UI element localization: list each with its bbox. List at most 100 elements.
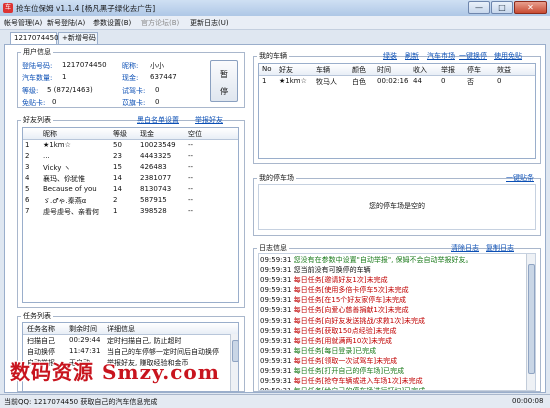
friend-slot: -- [188,185,194,193]
log-line: 09:59:31 每日任务[邀请好友1次]未完成 [260,275,525,285]
maximize-button[interactable]: □ [491,1,513,14]
menu-changelog[interactable]: 更新日志(U) [190,18,229,28]
one-click-ticket-link[interactable]: 一键贴条 [506,173,534,183]
window-title: 抢车位保姆 v1.1.4 [杨凡黑子绿化去广告] [16,4,156,13]
friend-no: 2 [25,152,30,160]
menu-forum[interactable]: 官方论坛(B) [141,18,179,28]
title-bar: 车 抢车位保姆 v1.1.4 [杨凡黑子绿化去广告] — □ ✕ [0,0,550,17]
friends-rows: 1 ★1km☆ 50 10023549 -- 2... 23 4443325 -- 3 Vicky … [23,140,238,217]
my-cars-rows: 1 ★1km☆ 牧马人 白色 00:02:16 44 0 否 0 [259,76,535,87]
table-row[interactable]: 3 Vicky ヽ 15 426483 -- [23,162,238,173]
friend-no: 7 [25,207,30,215]
log-time: 09:59:31 [260,326,294,335]
log-message: 您当前没有可换停的车辆 [293,266,371,275]
log-message: 每日任务[抢夺车辆或进入车场1次]未完成 [293,377,423,386]
log-time: 09:59:31 [260,306,294,315]
nick-value: 小小 [150,62,164,70]
menu-new-login[interactable]: 新号登陆(A) [47,18,85,28]
car-market-link[interactable]: 汽车市场 [427,51,455,61]
close-button[interactable]: ✕ [514,1,547,14]
clear-log-link[interactable]: 清除日志 [451,243,479,253]
copy-log-link[interactable]: 复制日志 [486,243,514,253]
log-line: 09:59:31 您没有在参数中设置"自动举报", 保姆不会自动举报好友。 [260,255,525,265]
flag-value: 0 [155,98,160,106]
log-message: 每日任务[打开自己的停车场]已完成 [293,367,405,376]
green-link[interactable]: 绿装 [383,51,397,61]
log-scroll-thumb[interactable] [528,264,535,374]
friend-nick: Vicky ヽ [43,164,71,172]
tab-account[interactable]: 1217074450 [10,32,59,44]
tasks-title: 任务列表 [21,311,53,321]
log-time: 09:59:31 [260,377,294,386]
menu-account[interactable]: 帐号管理(A) [4,18,42,28]
friend-slot: -- [188,141,194,149]
table-row[interactable]: 6 ゞ.♂ゃ.秦燕α 2 587915 -- [23,195,238,206]
cars-col-color: 颜色 [352,66,366,74]
blacklist-link[interactable]: 黑白名单设置 [137,115,179,125]
log-time: 09:59:31 [260,256,294,264]
tasks-scrollbar[interactable] [230,334,238,391]
refresh-link[interactable]: 刷新 [405,51,419,61]
friend-level: 1 [113,207,118,215]
table-row[interactable]: 扫描自己 00:29:44 定时扫描自己, 防止超时 [23,335,238,346]
report-friend-link[interactable]: 举报好友 [195,115,223,125]
task-remaining: 00:29:44 [69,336,101,344]
log-scrollbar[interactable] [526,254,535,390]
minimize-button[interactable]: — [468,1,490,14]
nick-label: 昵称: [122,62,139,70]
car-report: 0 [441,77,446,85]
friend-slot: -- [188,174,194,182]
table-row[interactable]: 2... 23 4443325 -- [23,151,238,162]
log-message: 每日任务[给自己的停车场进行打扫]已完成 [294,387,425,390]
car-no: 1 [262,77,267,85]
log-message: 每日任务[领取一次试驾车]未完成 [293,356,398,365]
cars-col-friend: 好友 [279,66,293,74]
cars-col-park: 停车 [467,66,481,74]
my-cars-title: 我的车辆 [257,51,289,61]
friends-col-cash: 现金 [140,130,154,138]
login-label: 登陆号码: [22,62,53,70]
pause-label-top: 暂 [220,70,228,79]
table-row[interactable]: 1 ★1km☆ 牧马人 白色 00:02:16 44 0 否 0 [259,76,535,87]
tasks-scroll-thumb[interactable] [232,340,238,362]
my-lot-empty-text: 您的停车场是空的 [369,202,425,210]
friends-col-slot: 空位 [188,130,202,138]
log-line: 09:59:31 每日任务[在15个好友家停车]未完成 [260,295,525,305]
table-row[interactable]: 7 虔号虔号、亲看何 1 398528 -- [23,206,238,217]
log-area[interactable]: 09:59:31 您没有在参数中设置"自动举报", 保姆不会自动举报好友。 09:… [258,253,536,391]
friends-header: 昵称 等级 现金 空位 [23,128,238,140]
task-detail: 定时扫描自己, 防止超时 [107,337,182,345]
friend-cash: 8130743 [140,185,172,193]
friend-nick: ★1km☆ [43,141,71,149]
car-income: 44 [413,77,422,85]
table-row[interactable]: 5 Because of you 14 8130743 -- [23,184,238,195]
table-row[interactable]: 4 襄玛、伱犹惟 14 2381077 -- [23,173,238,184]
friend-no: 6 [25,196,30,204]
account-tabs: 1217074450 +新增号码 [0,30,550,44]
table-row[interactable]: 1 ★1km☆ 50 10023549 -- [23,140,238,151]
log-line: 09:59:31 每日任务[向好友发送挑战/求救1次]未完成 [260,316,525,326]
friend-nick: 虔号虔号、亲看何 [43,208,99,216]
one-click-repark-link[interactable]: 一键换停 [459,51,487,61]
log-message: 每日任务[每日登录]已完成 [293,346,377,355]
tab-add-account[interactable]: +新增号码 [58,32,98,44]
cars-col-income: 收入 [413,66,427,74]
cars-col-benefit: 效益 [497,66,511,74]
log-line: 09:59:31 每日任务[抢夺车辆或进入车场1次]未完成 [260,376,525,386]
my-cars-header: No 好友 车辆 颜色 时间 收入 举报 停车 效益 [259,64,535,76]
menu-settings[interactable]: 参数设置(B) [93,18,131,28]
pause-button[interactable]: 暂 停 [210,60,238,102]
car-benefit: 0 [497,77,502,85]
log-message: 每日任务[向好友发送挑战/求救1次]未完成 [293,316,425,325]
login-value: 1217074450 [62,61,107,69]
log-line: 09:59:31 每日任务[获取150点经验]未完成 [260,326,525,336]
friends-title: 好友列表 [21,115,53,125]
car-time: 00:02:16 [377,77,409,85]
log-time: 09:59:31 [260,336,294,345]
use-freepark-link[interactable]: 使用免贴 [494,51,522,61]
friends-col-nick: 昵称 [43,130,57,138]
log-line: 09:59:31 每日任务[向爱心慈善捐献1次]未完成 [260,305,525,315]
friend-level: 50 [113,141,122,149]
log-time: 09:59:31 [260,316,294,325]
task-name: 扫描自己 [27,337,55,345]
